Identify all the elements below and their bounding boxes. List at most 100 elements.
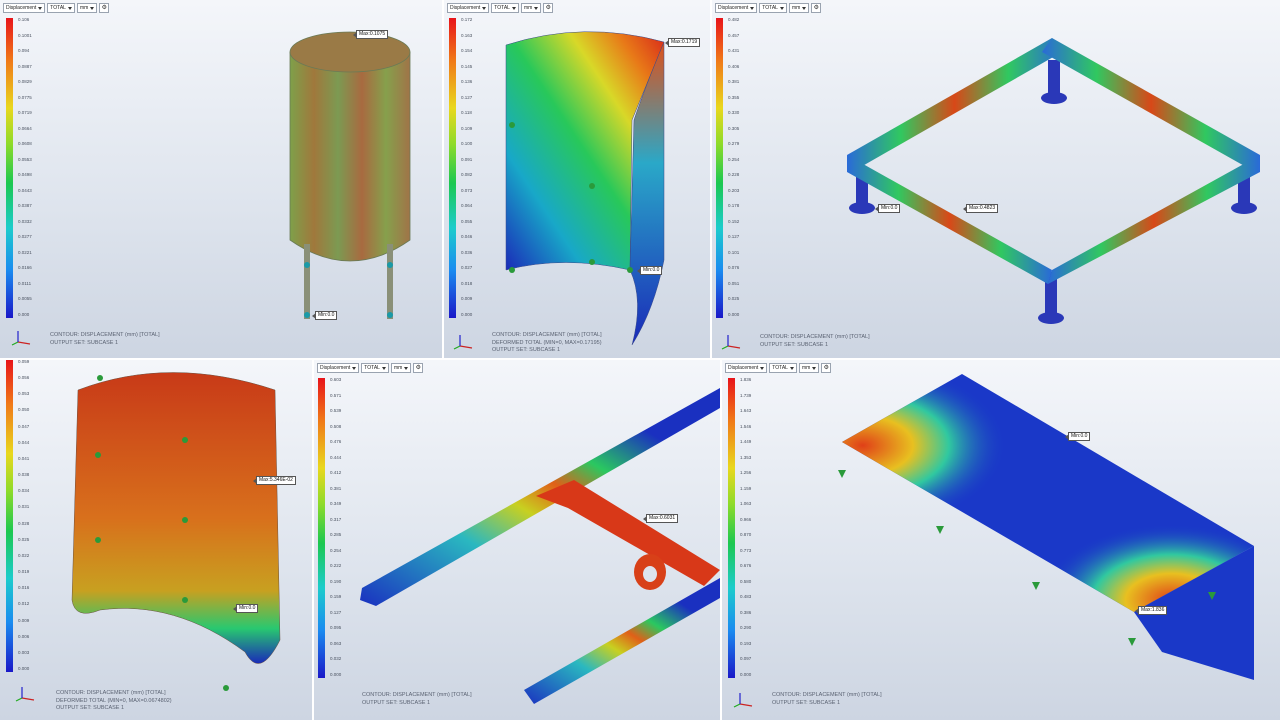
settings-icon[interactable]: ⚙ <box>811 3 822 13</box>
result-info-text: CONTOUR: DISPLACEMENT (mm) [TOTAL] OUTPUT… <box>760 334 870 348</box>
legend-tick-label: 0.482 <box>728 17 740 22</box>
legend-tick-label: 0.571 <box>330 392 342 398</box>
legend-tick-label: 0.046 <box>461 234 473 240</box>
color-scale-bar <box>6 360 13 672</box>
legend-tick-label: 0.127 <box>330 609 342 615</box>
legend-tick-label: 0.349 <box>330 501 342 507</box>
color-scale-bar <box>6 18 13 318</box>
legend-tick-label: 0.190 <box>330 578 342 584</box>
legend-tick-label: 0.254 <box>728 156 740 162</box>
legend-tick-label: 0.127 <box>728 234 740 240</box>
legend-tick-label: 1.256 <box>740 470 752 476</box>
legend-tick-label: 0.136 <box>461 79 473 85</box>
legend-tick-label: 0.055 <box>461 218 473 224</box>
result-info-text: CONTOUR: DISPLACEMENT (mm) [TOTAL] DEFORM… <box>56 690 172 711</box>
result-type-dropdown[interactable]: Displacement <box>715 3 758 13</box>
max-value-tag: Max:5.346E-02 <box>253 476 296 485</box>
legend-tick-label: 0.0221 <box>18 249 32 255</box>
unit-dropdown[interactable]: mm <box>520 3 542 13</box>
settings-icon[interactable]: ⚙ <box>99 3 110 13</box>
legend-tick-label: 0.082 <box>461 172 473 178</box>
result-info-text: CONTOUR: DISPLACEMENT (mm) [TOTAL] OUTPUT… <box>362 692 472 706</box>
legend-tick-label: 0.0443 <box>18 187 32 193</box>
viewport-panel-2[interactable]: Displacement TOTAL mm ⚙ 0.172 0.163 0.154 0… <box>444 0 710 358</box>
legend-tick-label: 0.203 <box>728 187 740 193</box>
component-dropdown[interactable]: TOTAL <box>47 3 75 13</box>
half-shell-model[interactable] <box>444 0 710 358</box>
legend-tick-label: 0.006 <box>18 633 30 639</box>
legend-tick-label: 0.000 <box>330 672 342 677</box>
legend-tick-label: 0.003 <box>18 649 30 655</box>
viewport-panel-3[interactable]: Displacement TOTAL mm ⚙ 0.482 0.457 0.431 0… <box>712 0 1280 358</box>
shell-segment-model[interactable] <box>0 360 312 720</box>
legend-tick-label: 0.222 <box>330 563 342 569</box>
legend-tick-label: 0.0775 <box>18 94 32 100</box>
legend-tick-label: 0.386 <box>740 609 752 615</box>
legend-tick-label: 0.254 <box>330 547 342 553</box>
legend-tick-label: 0.178 <box>728 203 740 209</box>
color-scale-bar <box>716 18 723 318</box>
color-scale-bar <box>318 378 325 678</box>
legend-tick-label: 0.457 <box>728 32 740 38</box>
legend-tick-label: 0.097 <box>740 656 752 662</box>
viewport-panel-5[interactable]: Displacement TOTAL mm ⚙ 0.603 0.571 0.539 0… <box>314 360 720 720</box>
legend-tick-label: 0.050 <box>18 407 30 413</box>
legend-tick-label: 0.431 <box>728 48 740 54</box>
component-dropdown[interactable]: TOTAL <box>361 363 389 373</box>
legend-tick-label: 0.676 <box>740 563 752 569</box>
legend-tick-label: 1.546 <box>740 423 752 429</box>
legend-tick-label: 0.172 <box>461 17 473 22</box>
settings-icon[interactable]: ⚙ <box>821 363 832 373</box>
component-dropdown[interactable]: TOTAL <box>491 3 519 13</box>
unit-dropdown[interactable]: mm <box>390 363 412 373</box>
legend-tick-label: 0.0498 <box>18 172 32 178</box>
result-info-text: CONTOUR: DISPLACEMENT (mm) [TOTAL] OUTPUT… <box>772 692 882 706</box>
legend-tick-label: 0.0055 <box>18 296 32 302</box>
angled-plate-model[interactable] <box>722 360 1280 720</box>
min-value-tag: Min:0.0 <box>311 311 338 320</box>
settings-icon[interactable]: ⚙ <box>413 363 424 373</box>
legend-tick-label: 0.145 <box>461 63 473 69</box>
result-toolbar: Displacement TOTAL mm ⚙ <box>447 3 554 13</box>
legend-tick-label: 0.381 <box>330 485 342 491</box>
square-frame-model[interactable] <box>712 0 1280 358</box>
legend-tick-label: 0.508 <box>330 423 342 429</box>
result-type-dropdown[interactable]: Displacement <box>317 363 360 373</box>
legend-tick-label: 0.032 <box>330 656 342 662</box>
result-type-dropdown[interactable]: Displacement <box>3 3 46 13</box>
legend-tick-label: 0.539 <box>330 408 342 414</box>
min-value-tag: Min:0.0 <box>874 204 901 213</box>
legend-tick-label: 0.483 <box>740 594 752 600</box>
legend-tick-label: 0.063 <box>330 640 342 646</box>
legend-tick-label: 0.0111 <box>18 280 32 286</box>
axis-triad-icon <box>15 687 35 702</box>
legend-tick-label: 0.016 <box>18 585 30 591</box>
viewport-panel-1[interactable]: Displacement TOTAL mm ⚙ 0.106 0.1001 0.094… <box>0 0 442 358</box>
legend-tick-label: 0.100 <box>461 141 473 147</box>
unit-dropdown[interactable]: mm <box>76 3 98 13</box>
cylindrical-tank-model[interactable] <box>0 0 442 358</box>
legend-tick-label: 0.056 <box>18 375 30 381</box>
result-type-dropdown[interactable]: Displacement <box>725 363 768 373</box>
legend-tick-label: 1.739 <box>740 392 752 398</box>
legend-tick-label: 0.051 <box>728 280 740 286</box>
legend-tick-label: 0.009 <box>18 617 30 623</box>
legend-tick-label: 0.091 <box>461 156 473 162</box>
bracket-beam-model[interactable] <box>314 360 720 720</box>
legend-tick-label: 0.109 <box>461 125 473 131</box>
legend-tick-label: 0.0719 <box>18 110 32 116</box>
legend-tick-label: 0.0332 <box>18 218 32 224</box>
viewport-panel-6[interactable]: Displacement TOTAL mm ⚙ 1.836 1.739 1.643 1… <box>722 360 1280 720</box>
settings-icon[interactable]: ⚙ <box>543 3 554 13</box>
result-type-dropdown[interactable]: Displacement <box>447 3 490 13</box>
legend-tick-label: 1.836 <box>740 377 752 382</box>
unit-dropdown[interactable]: mm <box>798 363 820 373</box>
viewport-panel-4[interactable]: 0.059 0.056 0.053 0.050 0.047 0.044 0.041 0.038… <box>0 360 312 720</box>
component-dropdown[interactable]: TOTAL <box>759 3 787 13</box>
legend-tick-label: 0.279 <box>728 141 740 147</box>
axis-triad-icon <box>721 335 741 350</box>
unit-dropdown[interactable]: mm <box>788 3 810 13</box>
min-value-tag: Min:0.0 <box>636 266 663 275</box>
legend-tick-label: 0.476 <box>330 439 342 445</box>
component-dropdown[interactable]: TOTAL <box>769 363 797 373</box>
